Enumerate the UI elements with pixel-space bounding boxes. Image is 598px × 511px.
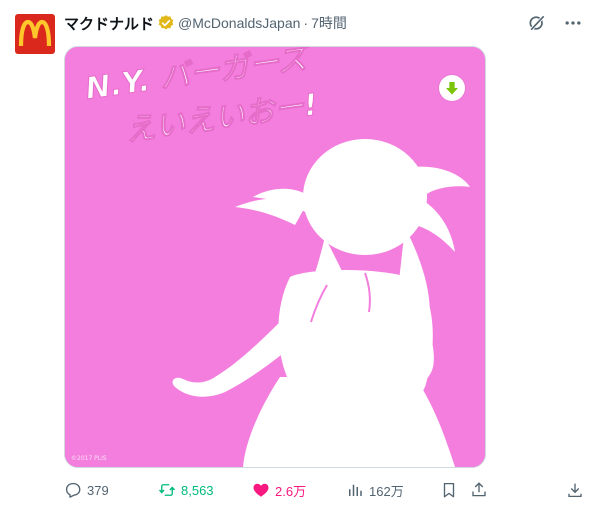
post-image[interactable]: N.Y. バーガーズ えいえいおー! ©2017 PLIS: [64, 46, 486, 468]
share-button[interactable]: [470, 481, 488, 499]
bookmark-button[interactable]: [440, 481, 458, 499]
repost-count: 8,563: [181, 482, 214, 498]
views-count: 162万: [369, 483, 404, 499]
like-button[interactable]: 2.6万: [252, 481, 306, 500]
reply-button[interactable]: 379: [64, 481, 109, 499]
repost-icon: [158, 484, 176, 496]
reply-count: 379: [87, 482, 109, 498]
post-time[interactable]: 7時間: [311, 13, 347, 33]
download-icon: [568, 483, 582, 498]
grok-icon[interactable]: [526, 12, 548, 34]
user-handle[interactable]: @McDonaldsJapan: [178, 15, 300, 31]
post-header: マクドナルド @McDonaldsJapan · 7時間: [64, 13, 347, 33]
views-button[interactable]: 162万: [346, 481, 404, 500]
reply-icon: [65, 482, 81, 498]
like-count: 2.6万: [275, 483, 307, 499]
avatar[interactable]: [15, 14, 55, 54]
more-icon[interactable]: [562, 12, 584, 34]
image-artwork: N.Y. バーガーズ えいえいおー!: [65, 47, 485, 467]
mcdonalds-logo: [18, 19, 52, 47]
repost-button[interactable]: 8,563: [158, 481, 214, 499]
action-bar: 379 8,563 2.6万 162万: [64, 479, 584, 501]
top-actions: [526, 12, 584, 34]
separator-dot: ·: [303, 15, 309, 31]
bookmark-icon: [443, 482, 455, 498]
image-copyright: ©2017 PLIS: [71, 455, 107, 462]
download-button[interactable]: [566, 481, 584, 499]
image-download-icon[interactable]: [439, 75, 465, 101]
views-icon: [349, 484, 362, 496]
display-name[interactable]: マクドナルド: [64, 13, 154, 34]
like-icon: [253, 483, 269, 497]
share-icon: [472, 482, 486, 497]
verified-badge-icon: [157, 14, 175, 32]
